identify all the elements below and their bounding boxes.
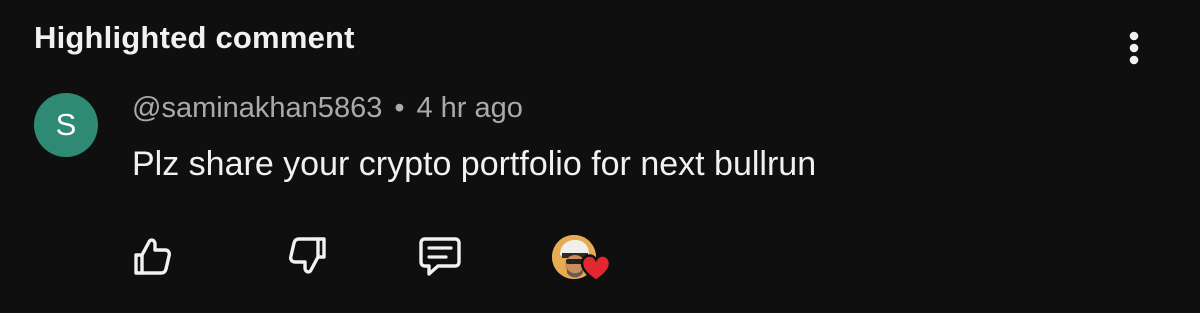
thumbs-down-icon [289,237,326,274]
meta-separator: • [394,92,405,124]
dislike-button[interactable] [284,232,332,280]
comment-meta: @saminakhan5863 • 4 hr ago [132,92,523,125]
like-button[interactable] [128,232,176,280]
thumbs-up-icon [134,238,171,275]
comment-time: 4 hr ago [416,92,523,124]
avatar-letter: S [55,107,77,142]
more-vertical-icon [1129,31,1139,65]
section-title: Highlighted comment [34,20,355,55]
more-options-button[interactable] [1114,28,1154,68]
author-handle[interactable]: @saminakhan5863 [132,92,382,125]
reply-icon [419,237,461,276]
author-avatar[interactable]: S [34,93,98,157]
heart-icon [580,254,612,283]
comment-text: Plz share your crypto portfolio for next… [132,145,817,183]
reply-button[interactable] [416,232,464,280]
creator-heart [552,235,612,285]
